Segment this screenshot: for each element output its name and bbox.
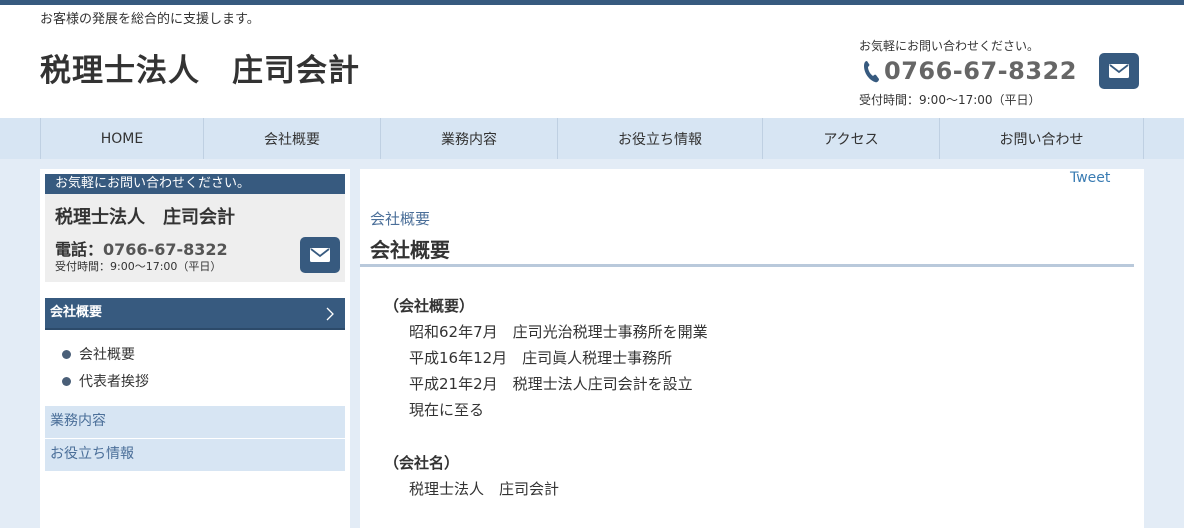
- sidebar-link-services[interactable]: 業務内容: [45, 406, 345, 438]
- tweet-link[interactable]: Tweet: [1070, 170, 1110, 186]
- site-header: お客様の発展を総合的に支援します。 税理士法人 庄司会計 お気軽にお問い合わせく…: [0, 5, 1184, 118]
- history-line: 昭和62年7月 庄司光治税理士事務所を開業: [409, 323, 708, 341]
- header-phone[interactable]: 0766-67-8322: [862, 57, 1077, 85]
- mail-icon: [1109, 64, 1129, 78]
- nav-item-company[interactable]: 会社概要: [204, 118, 381, 159]
- sidebar-mail-button[interactable]: [300, 237, 340, 273]
- history-line: 平成21年2月 税理士法人庄司会計を設立: [409, 375, 693, 393]
- sidebar-phone[interactable]: 電話：0766-67-8322: [55, 236, 228, 260]
- bullet-icon: [62, 376, 71, 386]
- global-nav: HOME 会社概要 業務内容 お役立ち情報 アクセス お問い合わせ: [0, 118, 1184, 159]
- site-title[interactable]: 税理士法人 庄司会計: [40, 45, 360, 90]
- sidebar-subitem-label: 代表者挨拶: [79, 374, 149, 390]
- sidebar-hours: 受付時間：9:00〜17:00（平日）: [55, 260, 222, 273]
- header-hours: 受付時間：9:00〜17:00（平日）: [859, 93, 1041, 107]
- header-mail-button[interactable]: [1099, 53, 1139, 89]
- company-name-line: 税理士法人 庄司会計: [409, 480, 560, 498]
- phone-icon: [862, 58, 882, 84]
- section-heading-company-name: （会社名）: [384, 454, 460, 472]
- history-line: 現在に至る: [409, 401, 485, 419]
- site-tagline: お客様の発展を総合的に支援します。: [40, 12, 260, 27]
- sidebar-contact-heading: お気軽にお問い合わせください。: [45, 174, 345, 194]
- sidebar-contact-box: 税理士法人 庄司会計 電話：0766-67-8322 受付時間：9:00〜17:…: [45, 194, 345, 282]
- sidebar-phone-number[interactable]: 0766-67-8322: [103, 240, 228, 259]
- breadcrumb[interactable]: 会社概要: [370, 208, 430, 229]
- nav-item-contact[interactable]: お問い合わせ: [940, 118, 1144, 159]
- bullet-icon: [62, 349, 71, 359]
- nav-item-home[interactable]: HOME: [41, 118, 204, 159]
- history-line: 平成16年12月 庄司眞人税理士事務所: [409, 349, 673, 367]
- header-contact-note: お気軽にお問い合わせください。: [859, 39, 1040, 53]
- sidebar-section-label: 会社概要: [50, 305, 103, 320]
- sidebar: お気軽にお問い合わせください。 税理士法人 庄司会計 電話：0766-67-83…: [40, 169, 350, 528]
- sidebar-firm-name: 税理士法人 庄司会計: [55, 207, 235, 228]
- sidebar-subitem-label: 会社概要: [79, 347, 135, 363]
- chevron-right-icon: [326, 307, 334, 321]
- mail-icon: [310, 248, 330, 262]
- nav-item-services[interactable]: 業務内容: [381, 118, 558, 159]
- sidebar-subitem-company-overview[interactable]: 会社概要: [62, 344, 135, 364]
- sidebar-link-useful-info[interactable]: お役立ち情報: [45, 439, 345, 471]
- page-title: 会社概要: [370, 238, 450, 262]
- title-divider: [360, 264, 1134, 267]
- section-heading-overview: （会社概要）: [384, 297, 475, 315]
- nav-item-useful-info[interactable]: お役立ち情報: [558, 118, 763, 159]
- header-phone-number[interactable]: 0766-67-8322: [884, 57, 1077, 85]
- sidebar-section-company[interactable]: 会社概要: [45, 298, 345, 330]
- main-content: Tweet 会社概要 会社概要 （会社概要） 昭和62年7月 庄司光治税理士事務…: [360, 169, 1144, 528]
- sidebar-phone-label: 電話：: [55, 240, 104, 259]
- sidebar-subitem-greeting[interactable]: 代表者挨拶: [62, 371, 149, 391]
- nav-item-access[interactable]: アクセス: [763, 118, 940, 159]
